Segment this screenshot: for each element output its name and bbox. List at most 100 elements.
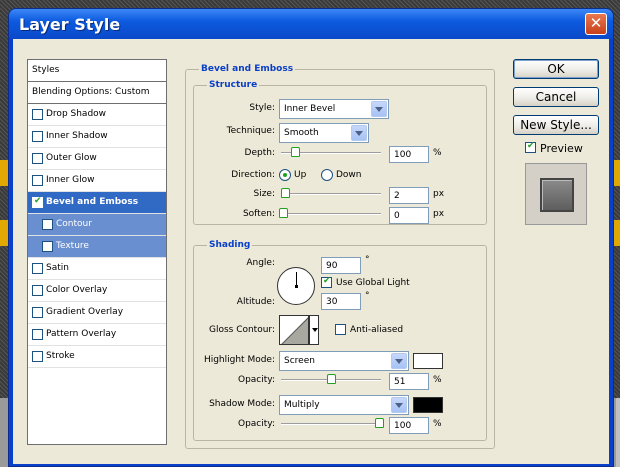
- style-item-stroke[interactable]: Stroke: [28, 346, 166, 368]
- checkbox[interactable]: [32, 109, 43, 120]
- style-item-gradient-overlay[interactable]: Gradient Overlay: [28, 302, 166, 324]
- highlight-opacity-unit: %: [433, 375, 442, 385]
- layer-style-dialog: Layer Style ✕ Styles Blending Options: C…: [8, 8, 614, 467]
- checkbox[interactable]: [32, 351, 43, 362]
- style-preview-thumbnail: [525, 163, 587, 225]
- style-item-pattern-overlay[interactable]: Pattern Overlay: [28, 324, 166, 346]
- size-slider-track[interactable]: [281, 193, 381, 195]
- anti-aliased-checkbox[interactable]: [335, 324, 346, 335]
- shadow-opacity-thumb[interactable]: [375, 418, 384, 428]
- soften-slider-thumb[interactable]: [279, 208, 288, 218]
- angle-label: Angle:: [246, 258, 275, 268]
- angle-dial[interactable]: [277, 267, 315, 305]
- style-dropdown[interactable]: Inner Bevel: [279, 99, 389, 119]
- soften-unit: px: [433, 209, 445, 219]
- checkbox[interactable]: [32, 131, 43, 142]
- highlight-mode-value: Screen: [284, 356, 315, 366]
- structure-title: Structure: [207, 80, 260, 90]
- altitude-unit: °: [365, 291, 370, 301]
- direction-down-radio[interactable]: [321, 169, 333, 181]
- direction-up-radio[interactable]: [279, 169, 291, 181]
- styles-list: Styles Blending Options: Custom Drop Sha…: [27, 59, 167, 445]
- shadow-color-swatch[interactable]: [413, 397, 443, 413]
- bevel-emboss-title: Bevel and Emboss: [199, 64, 296, 74]
- checkbox[interactable]: [32, 263, 43, 274]
- ok-button[interactable]: OK: [513, 59, 599, 79]
- chevron-down-icon[interactable]: [391, 397, 407, 413]
- shadow-opacity-track[interactable]: [281, 423, 381, 425]
- anti-aliased-label[interactable]: Anti-aliased: [350, 325, 403, 335]
- highlight-mode-dropdown[interactable]: Screen: [279, 351, 409, 371]
- direction-label: Direction:: [231, 170, 275, 180]
- gloss-contour-dropdown[interactable]: [309, 315, 319, 345]
- blending-options-item[interactable]: Blending Options: Custom: [28, 82, 166, 104]
- altitude-input[interactable]: 30: [321, 293, 361, 310]
- checkbox[interactable]: [32, 329, 43, 340]
- dialog-body: Styles Blending Options: Custom Drop Sha…: [13, 39, 609, 464]
- style-item-outer-glow[interactable]: Outer Glow: [28, 148, 166, 170]
- shadow-opacity-unit: %: [433, 419, 442, 429]
- style-item-inner-shadow[interactable]: Inner Shadow: [28, 126, 166, 148]
- preview-label[interactable]: Preview: [540, 142, 583, 155]
- cancel-button[interactable]: Cancel: [513, 87, 599, 107]
- shadow-opacity-input[interactable]: 100: [389, 417, 429, 434]
- direction-down-label[interactable]: Down: [336, 170, 362, 180]
- chevron-down-icon[interactable]: [391, 353, 407, 369]
- style-item-satin[interactable]: Satin: [28, 258, 166, 280]
- close-button[interactable]: ✕: [585, 13, 607, 35]
- soften-label: Soften:: [242, 209, 275, 219]
- close-icon: ✕: [589, 14, 603, 32]
- highlight-color-swatch[interactable]: [413, 353, 443, 369]
- size-unit: px: [433, 189, 445, 199]
- preview-checkbox[interactable]: [525, 141, 536, 153]
- style-item-color-overlay[interactable]: Color Overlay: [28, 280, 166, 302]
- technique-label: Technique:: [226, 126, 275, 136]
- checkbox[interactable]: [42, 241, 53, 252]
- soften-input[interactable]: 0: [389, 207, 429, 224]
- style-label: Style:: [249, 103, 275, 113]
- technique-value: Smooth: [284, 128, 319, 138]
- shadow-mode-value: Multiply: [284, 400, 320, 410]
- use-global-light-label[interactable]: Use Global Light: [336, 278, 410, 288]
- style-item-inner-glow[interactable]: Inner Glow: [28, 170, 166, 192]
- altitude-label: Altitude:: [236, 297, 275, 307]
- highlight-opacity-thumb[interactable]: [327, 374, 336, 384]
- style-value: Inner Bevel: [284, 104, 336, 114]
- dialog-title: Layer Style: [19, 15, 121, 34]
- angle-input[interactable]: 90: [321, 257, 361, 274]
- style-item-contour[interactable]: Contour: [28, 214, 166, 236]
- highlight-mode-label: Highlight Mode:: [203, 355, 275, 365]
- gloss-contour-preview[interactable]: [279, 315, 309, 345]
- checkbox[interactable]: [42, 219, 53, 230]
- gloss-contour-label: Gloss Contour:: [208, 325, 275, 335]
- style-item-bevel-and-emboss[interactable]: Bevel and Emboss: [28, 192, 166, 214]
- checkbox[interactable]: [32, 307, 43, 318]
- technique-dropdown[interactable]: Smooth: [279, 123, 369, 143]
- size-label: Size:: [253, 189, 275, 199]
- checkbox[interactable]: [32, 153, 43, 164]
- contour-curve-icon: [281, 317, 308, 344]
- shadow-mode-dropdown[interactable]: Multiply: [279, 395, 409, 415]
- style-item-texture[interactable]: Texture: [28, 236, 166, 258]
- size-slider-thumb[interactable]: [281, 188, 290, 198]
- depth-slider-thumb[interactable]: [291, 147, 300, 157]
- use-global-light-checkbox[interactable]: [321, 276, 332, 288]
- depth-label: Depth:: [244, 148, 275, 158]
- angle-crosshair-icon: [295, 285, 298, 288]
- checkbox[interactable]: [32, 285, 43, 296]
- checkbox[interactable]: [32, 175, 43, 186]
- highlight-opacity-input[interactable]: 51: [389, 373, 429, 390]
- shading-title: Shading: [207, 240, 253, 250]
- size-input[interactable]: 2: [389, 187, 429, 204]
- soften-slider-track[interactable]: [281, 213, 381, 215]
- title-bar[interactable]: Layer Style ✕: [9, 9, 613, 39]
- direction-up-label[interactable]: Up: [294, 170, 306, 180]
- depth-input[interactable]: 100: [389, 146, 429, 163]
- chevron-down-icon[interactable]: [351, 125, 367, 141]
- new-style-button[interactable]: New Style...: [513, 115, 599, 135]
- styles-header[interactable]: Styles: [28, 60, 166, 82]
- checkbox-checked[interactable]: [32, 196, 43, 208]
- chevron-down-icon[interactable]: [371, 101, 387, 117]
- style-item-drop-shadow[interactable]: Drop Shadow: [28, 104, 166, 126]
- angle-unit: °: [365, 255, 370, 265]
